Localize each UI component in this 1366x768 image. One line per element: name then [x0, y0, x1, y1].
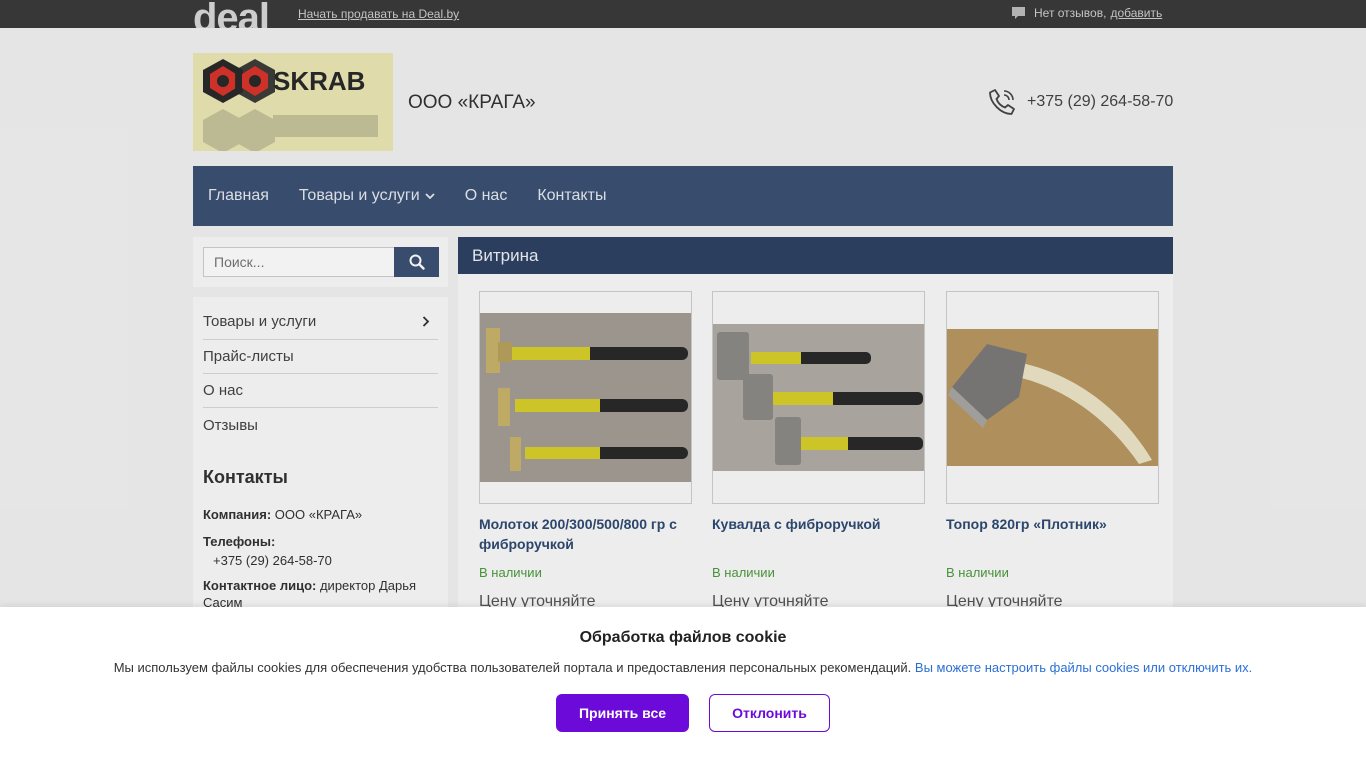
accept-all-button[interactable]: Принять все — [556, 694, 689, 732]
search-panel — [193, 237, 448, 287]
sidebar-item-price-lists[interactable]: Прайс-листы — [203, 340, 438, 374]
start-selling-link[interactable]: Начать продавать на Deal.by — [298, 7, 459, 21]
stock-status: В наличии — [946, 565, 1009, 580]
search-input[interactable] — [203, 247, 395, 277]
nav-item-home[interactable]: Главная — [208, 187, 269, 205]
product-image[interactable] — [712, 291, 925, 504]
search-button[interactable] — [394, 247, 439, 277]
product-image[interactable] — [479, 291, 692, 504]
product-title[interactable]: Молоток 200/300/500/800 гр с фиброручкой — [479, 514, 692, 558]
sidebar-item-reviews[interactable]: Отзывы — [203, 408, 438, 442]
product-title[interactable]: Топор 820гр «Плотник» — [946, 514, 1159, 558]
product-card[interactable]: Молоток 200/300/500/800 гр с фиброручкой… — [479, 291, 692, 611]
showcase-title: Витрина — [458, 237, 1173, 274]
product-card[interactable]: Топор 820гр «Плотник» В наличии Цену уто… — [946, 291, 1159, 611]
sidebar-menu: Товары и услуги Прайс-листы О нас Отзывы — [203, 303, 438, 442]
company-logo[interactable]: SKRAB — [193, 53, 393, 151]
nav-item-products[interactable]: Товары и услуги — [299, 187, 435, 205]
reviews-info: Нет отзывов, добавить — [1011, 6, 1162, 20]
axe-image — [947, 329, 1158, 466]
decline-button[interactable]: Отклонить — [709, 694, 830, 732]
main-nav: Главная Товары и услуги О нас Контакты — [193, 166, 1173, 226]
product-image[interactable] — [946, 291, 1159, 504]
nav-item-contacts[interactable]: Контакты — [537, 187, 606, 205]
contact-company: Компания: ООО «КРАГА» — [203, 507, 363, 522]
nav-item-about[interactable]: О нас — [465, 187, 508, 205]
deal-logo[interactable]: deal — [193, 0, 269, 28]
search-icon — [409, 254, 425, 270]
chevron-right-icon — [422, 315, 430, 327]
cookie-text: Мы используем файлы cookies для обеспече… — [113, 660, 1253, 675]
contact-phones-label: Телефоны: — [203, 534, 276, 549]
no-reviews-text: Нет отзывов, — [1034, 6, 1107, 20]
showcase-panel: Витрина Молоток 200/300/500/800 гр с фиб… — [458, 237, 1173, 637]
top-bar: deal Начать продавать на Deal.by Нет отз… — [0, 0, 1366, 28]
product-card[interactable]: Кувалда с фиброручкой В наличии Цену уто… — [712, 291, 925, 611]
stock-status: В наличии — [712, 565, 775, 580]
contact-person: Контактное лицо: директор Дарья Сасим — [203, 578, 417, 610]
contacts-title: Контакты — [203, 467, 288, 487]
header-phone[interactable]: +375 (29) 264-58-70 — [986, 86, 1173, 118]
skrab-logo-icon: SKRAB — [203, 59, 378, 151]
product-title[interactable]: Кувалда с фиброручкой — [712, 514, 925, 558]
sidebar-panel: Товары и услуги Прайс-листы О нас Отзывы… — [193, 297, 448, 627]
phone-number: +375 (29) 264-58-70 — [1027, 93, 1174, 110]
cookie-settings-link[interactable]: Вы можете настроить файлы cookies или от… — [915, 660, 1252, 675]
company-name: ООО «КРАГА» — [408, 92, 536, 113]
logo-wordmark: SKRAB — [273, 66, 365, 96]
cookie-title: Обработка файлов cookie — [579, 629, 787, 646]
contact-phone[interactable]: +375 (29) 264-58-70 — [213, 552, 443, 569]
comment-icon — [1012, 7, 1025, 19]
sledgehammer-image — [713, 324, 924, 471]
phone-icon — [989, 89, 1015, 115]
stock-status: В наличии — [479, 565, 542, 580]
chevron-down-icon — [425, 192, 435, 199]
hammer-image — [480, 313, 691, 482]
cookie-banner: Обработка файлов cookie Мы используем фа… — [0, 607, 1366, 768]
sidebar-item-about[interactable]: О нас — [203, 374, 438, 408]
add-review-link[interactable]: добавить — [1110, 6, 1162, 20]
sidebar-item-products[interactable]: Товары и услуги — [203, 303, 438, 340]
